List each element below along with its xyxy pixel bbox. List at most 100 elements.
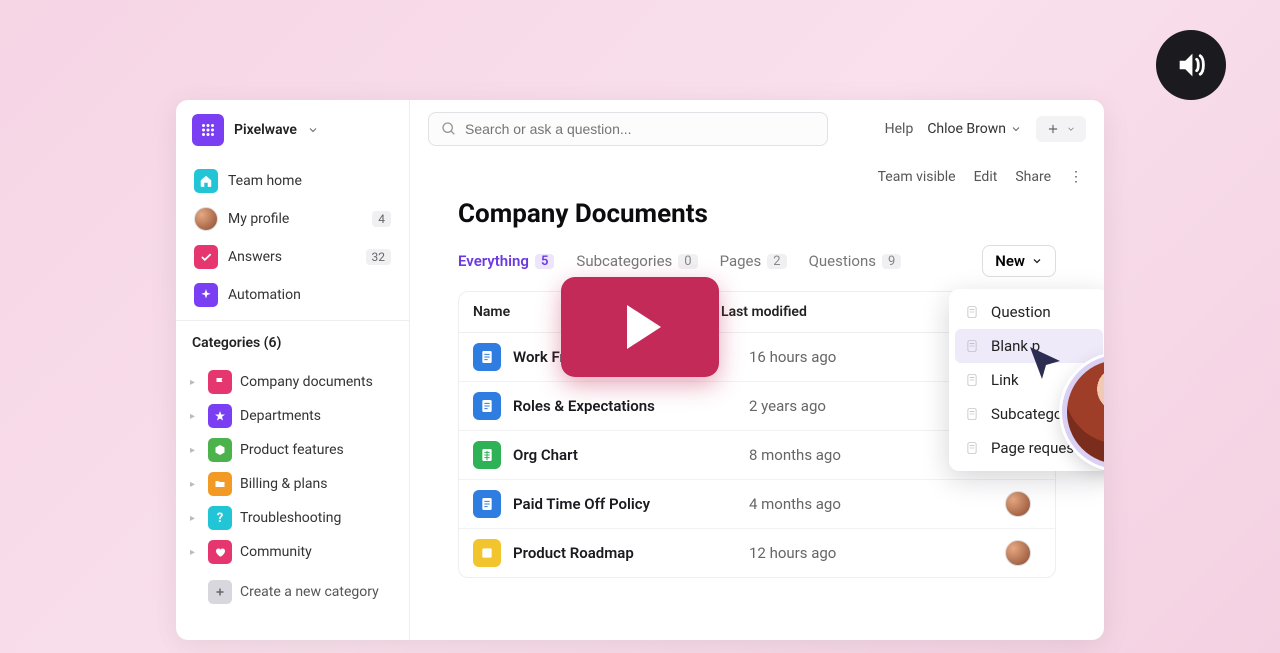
workspace-switcher[interactable]: Pixelwave <box>176 100 409 156</box>
category-label: Departments <box>240 408 321 424</box>
play-video-button[interactable] <box>561 277 719 377</box>
nav-my-profile[interactable]: My profile 4 <box>186 200 399 238</box>
share-button[interactable]: Share <box>1015 169 1051 185</box>
workspace-logo-icon <box>192 114 224 146</box>
nav-label: Automation <box>228 287 301 303</box>
star-icon <box>208 404 232 428</box>
chevron-right-icon: ▸ <box>190 547 200 558</box>
flag-icon <box>208 370 232 394</box>
new-dropdown-button[interactable]: New <box>982 245 1056 277</box>
spreadsheet-icon <box>473 441 501 469</box>
page-icon <box>965 441 981 455</box>
home-icon <box>194 169 218 193</box>
nav-label: Answers <box>228 249 282 265</box>
edit-button[interactable]: Edit <box>974 169 998 185</box>
chevron-right-icon: ▸ <box>190 377 200 388</box>
chevron-right-icon: ▸ <box>190 411 200 422</box>
document-icon <box>473 343 501 371</box>
tab-everything[interactable]: Everything 5 <box>458 252 554 270</box>
nav-label: Team home <box>228 173 302 189</box>
tab-subcategories[interactable]: Subcategories 0 <box>576 252 697 270</box>
sparkle-icon <box>194 283 218 307</box>
badge-count: 32 <box>366 249 392 265</box>
doc-name: Paid Time Off Policy <box>513 495 749 513</box>
create-category-button[interactable]: Create a new category <box>186 575 399 609</box>
more-menu-button[interactable]: ⋮ <box>1069 169 1082 185</box>
doc-modified: 12 hours ago <box>749 544 1005 562</box>
doc-modified: 4 months ago <box>749 495 1005 513</box>
category-product-features[interactable]: ▸ Product features <box>186 433 399 467</box>
category-community[interactable]: ▸ Community <box>186 535 399 569</box>
chevron-right-icon: ▸ <box>190 445 200 456</box>
plus-icon <box>208 580 232 604</box>
chevron-right-icon: ▸ <box>190 479 200 490</box>
category-company-documents[interactable]: ▸ Company documents <box>186 365 399 399</box>
new-label: New <box>995 252 1025 270</box>
owner-avatar <box>1005 540 1031 566</box>
help-link[interactable]: Help <box>885 121 914 137</box>
tab-count: 0 <box>678 254 697 269</box>
page-icon <box>965 305 981 319</box>
user-name: Chloe Brown <box>927 121 1006 137</box>
category-label: Billing & plans <box>240 476 327 492</box>
tab-count: 5 <box>535 254 554 269</box>
new-top-button[interactable] <box>1036 116 1086 142</box>
category-troubleshooting[interactable]: ▸ ? Troubleshooting <box>186 501 399 535</box>
tabs: Everything 5 Subcategories 0 Pages 2 Que… <box>458 245 1056 277</box>
search-field[interactable] <box>465 121 815 137</box>
category-billing-plans[interactable]: ▸ Billing & plans <box>186 467 399 501</box>
tab-count: 9 <box>882 254 901 269</box>
dropdown-item-question[interactable]: Question <box>955 295 1103 329</box>
nav-label: My profile <box>228 211 289 227</box>
category-label: Product features <box>240 442 344 458</box>
search-input[interactable] <box>428 112 828 146</box>
main-content: Help Chloe Brown Team visible Edit Share… <box>410 100 1104 640</box>
doc-name: Roles & Expectations <box>513 397 749 415</box>
document-icon <box>473 392 501 420</box>
page-icon <box>965 407 981 421</box>
avatar-icon <box>194 207 218 231</box>
nav-automation[interactable]: Automation <box>186 276 399 314</box>
note-icon <box>473 539 501 567</box>
search-icon <box>441 121 457 137</box>
page-icon <box>965 373 981 387</box>
table-row[interactable]: Product Roadmap 12 hours ago <box>459 529 1055 577</box>
category-departments[interactable]: ▸ Departments <box>186 399 399 433</box>
category-label: Company documents <box>240 374 373 390</box>
tab-questions[interactable]: Questions 9 <box>809 252 902 270</box>
folder-icon <box>208 472 232 496</box>
tab-pages[interactable]: Pages 2 <box>720 252 787 270</box>
cube-icon <box>208 438 232 462</box>
heart-icon <box>208 540 232 564</box>
chevron-down-icon <box>1031 255 1043 267</box>
nav-answers[interactable]: Answers 32 <box>186 238 399 276</box>
categories-header: Categories (6) <box>176 320 409 359</box>
plus-icon <box>1046 122 1060 136</box>
chevron-down-icon <box>1066 124 1076 134</box>
badge-count: 4 <box>372 211 391 227</box>
create-category-label: Create a new category <box>240 584 379 600</box>
workspace-name: Pixelwave <box>234 122 297 138</box>
table-row[interactable]: Paid Time Off Policy 4 months ago <box>459 480 1055 529</box>
user-menu[interactable]: Chloe Brown <box>927 121 1022 137</box>
play-icon <box>627 305 661 349</box>
chevron-down-icon <box>307 124 319 136</box>
page-toolbar: Team visible Edit Share ⋮ <box>410 159 1104 185</box>
page-icon <box>965 339 981 353</box>
chevron-down-icon <box>1010 123 1022 135</box>
check-icon <box>194 245 218 269</box>
question-icon: ? <box>208 506 232 530</box>
topbar: Help Chloe Brown <box>410 100 1104 159</box>
sidebar: Pixelwave Team home My profile 4 Answers <box>176 100 410 640</box>
doc-name: Product Roadmap <box>513 544 749 562</box>
category-label: Community <box>240 544 312 560</box>
doc-name: Org Chart <box>513 446 749 464</box>
document-icon <box>473 490 501 518</box>
visibility-label[interactable]: Team visible <box>878 169 956 185</box>
nav-team-home[interactable]: Team home <box>186 162 399 200</box>
tab-count: 2 <box>767 254 786 269</box>
category-label: Troubleshooting <box>240 510 341 526</box>
volume-icon <box>1174 48 1208 82</box>
sound-toggle-button[interactable] <box>1156 30 1226 100</box>
owner-avatar <box>1005 491 1031 517</box>
